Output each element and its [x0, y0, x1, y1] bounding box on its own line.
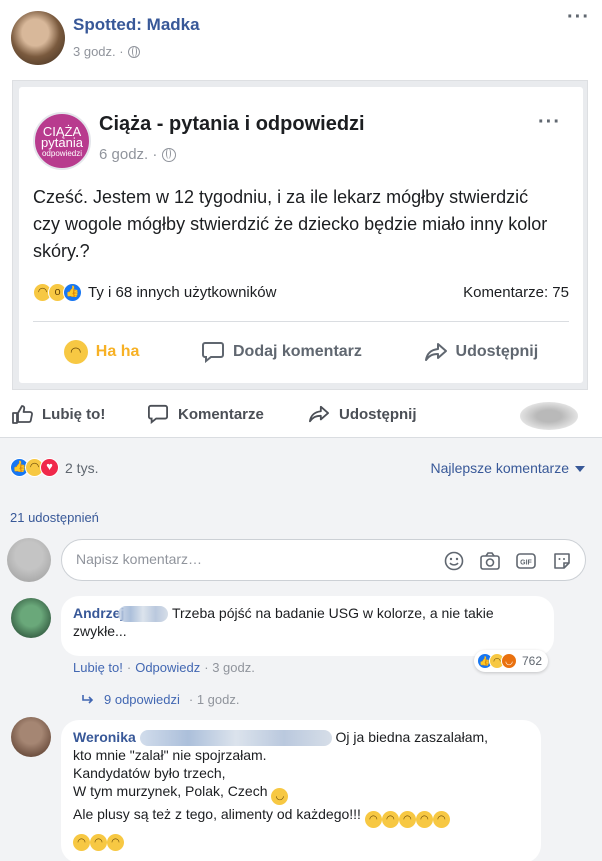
emoji-icon[interactable]	[443, 550, 465, 572]
view-replies-link[interactable]: 9 odpowiedzi · 1 godz.	[81, 692, 239, 707]
globe-icon	[162, 147, 177, 162]
screenshot-post: CIĄŻA pytania odpowiedzi Ciąża - pytania…	[19, 87, 583, 383]
gif-icon[interactable]: GIF	[515, 550, 537, 572]
add-comment-label: Dodaj komentarz	[232, 343, 362, 360]
comment-author[interactable]: Andrzej	[73, 605, 124, 621]
share-button: Udostępnij	[424, 341, 539, 363]
reaction-stats[interactable]: 👍 ◠ ♥ 2 tys.	[10, 458, 98, 477]
post-header: Spotted: Madka 3 godz. · ···	[0, 0, 602, 78]
comment-meta: Lubię to! · Odpowiedz · 3 godz.	[73, 660, 255, 675]
comment-author[interactable]: Weronika	[73, 729, 136, 745]
sort-dropdown[interactable]: Najlepsze komentarze	[430, 460, 585, 476]
laughing-emoji-icon: ◠	[73, 834, 90, 852]
post-action-bar: Lubię to! Komentarze Udostępnij	[0, 396, 602, 438]
haha-button: ◠ Ha ha	[63, 340, 140, 364]
comment-label: Komentarze	[178, 405, 264, 423]
thumbs-up-icon	[12, 405, 33, 424]
comment-bubble: Weronika Oj ja biedna zaszalałam, kto mn…	[61, 720, 541, 861]
laughing-emoji-icon: ◠	[432, 811, 450, 829]
share-button[interactable]: Udostępnij	[308, 404, 417, 424]
share-label: Udostępnij	[455, 343, 539, 360]
post-author[interactable]: Spotted: Madka	[73, 15, 200, 35]
haha-label: Ha ha	[95, 343, 140, 360]
reactions-count: 2 tys.	[65, 459, 99, 476]
comment-composer[interactable]: GIF	[61, 539, 586, 581]
add-comment-button: Dodaj komentarz	[201, 341, 362, 363]
divider	[33, 321, 569, 322]
laughing-emoji-icon: ◠	[107, 834, 124, 852]
comment-reply-link[interactable]: Odpowiedz	[135, 660, 200, 675]
viewer-avatar[interactable]	[520, 402, 578, 430]
globe-icon	[127, 45, 140, 58]
reaction-summary: ◠ o 👍 Ty i 68 innych użytkowników Koment…	[33, 280, 569, 304]
svg-text:GIF: GIF	[520, 560, 532, 567]
comments-section: 👍 ◠ ♥ 2 tys. Najlepsze komentarze 21 udo…	[0, 438, 602, 861]
more-dots-icon[interactable]: ···	[567, 6, 590, 29]
post-time[interactable]: 3 godz. ·	[73, 44, 124, 59]
laughing-emoji-icon: ◠	[90, 834, 107, 852]
reactions-text: Ty i 68 innych użytkowników	[88, 283, 277, 301]
name-blur	[118, 606, 169, 623]
replies-count: 9 odpowiedzi	[104, 692, 180, 707]
group-avatar: CIĄŻA pytania odpowiedzi	[33, 112, 91, 170]
comment-reactions[interactable]: 👍 ◠ ◡ 762	[474, 650, 549, 672]
share-icon	[308, 405, 329, 423]
commenter-avatar[interactable]	[11, 717, 51, 757]
group-avatar-line: odpowiedzi	[41, 149, 83, 158]
comment-text-line: W tym murzynek, Polak, Czech	[73, 783, 268, 800]
like-button[interactable]: Lubię to!	[11, 404, 105, 424]
comments-count: Komentarze: 75	[463, 283, 569, 301]
group-meta: 6 godz. ·	[99, 146, 177, 163]
caret-down-icon	[575, 466, 585, 473]
commenter-avatar[interactable]	[11, 598, 51, 638]
name-blur	[139, 730, 332, 747]
laughing-emoji-icon: ◠	[364, 811, 382, 829]
haha-icon: ◠	[63, 340, 88, 364]
sticker-icon[interactable]	[551, 550, 573, 572]
laughing-emoji-icon: ◠	[398, 811, 416, 829]
group-name: Ciąża - pytania i odpowiedzi	[99, 113, 365, 135]
comment-button[interactable]: Komentarze	[147, 404, 264, 424]
comment-icon	[148, 404, 168, 424]
comment-text-line: Oj ja biedna zaszalałam,	[335, 729, 489, 745]
group-post-time: 6 godz. ·	[99, 146, 158, 163]
laughing-emoji-icon: ◠	[381, 811, 399, 829]
reply-arrow-icon	[82, 694, 94, 704]
shares-count[interactable]: 21 udostępnień	[10, 510, 99, 525]
share-label: Udostępnij	[339, 405, 417, 423]
comment-text-line: Kandydatów było trzech,	[73, 765, 226, 782]
replies-time: · 1 godz.	[188, 692, 240, 707]
comment-reactions-count: 762	[522, 654, 543, 668]
like-icon: 👍	[63, 282, 82, 302]
group-avatar-line: pytania	[41, 135, 83, 150]
laughing-emoji-icon: ◠	[415, 811, 433, 829]
comment-icon	[201, 342, 224, 363]
smile-emoji-icon: ◡	[271, 788, 289, 806]
inner-action-bar: ◠ Ha ha Dodaj komentarz Udostępnij	[33, 337, 569, 367]
comment-like-link[interactable]: Lubię to!	[73, 660, 123, 675]
post-meta: 3 godz. ·	[73, 44, 140, 59]
page-avatar[interactable]	[11, 11, 65, 65]
angry-icon: ◡	[501, 653, 517, 669]
like-label: Lubię to!	[42, 405, 106, 423]
comment-bubble: Andrzej Trzeba pójść na badanie USG w ko…	[61, 596, 554, 656]
shared-image[interactable]: CIĄŻA pytania odpowiedzi Ciąża - pytania…	[12, 80, 588, 390]
more-dots-icon: ···	[538, 111, 561, 133]
sort-label: Najlepsze komentarze	[430, 460, 569, 476]
love-icon: ♥	[40, 458, 59, 477]
question-text: Cześć. Jestem w 12 tygodniu, i za ile le…	[33, 187, 548, 261]
comment-time[interactable]: · 3 godz.	[204, 660, 255, 675]
comment-text-line: kto mnie "zalał" nie spojrzałam.	[73, 747, 267, 764]
camera-icon[interactable]	[479, 550, 501, 572]
viewer-avatar[interactable]	[7, 538, 51, 582]
comment-text-line: Ale plusy są też z tego, alimenty od każ…	[73, 806, 361, 823]
share-icon	[424, 343, 447, 361]
comment-input[interactable]	[76, 551, 416, 567]
